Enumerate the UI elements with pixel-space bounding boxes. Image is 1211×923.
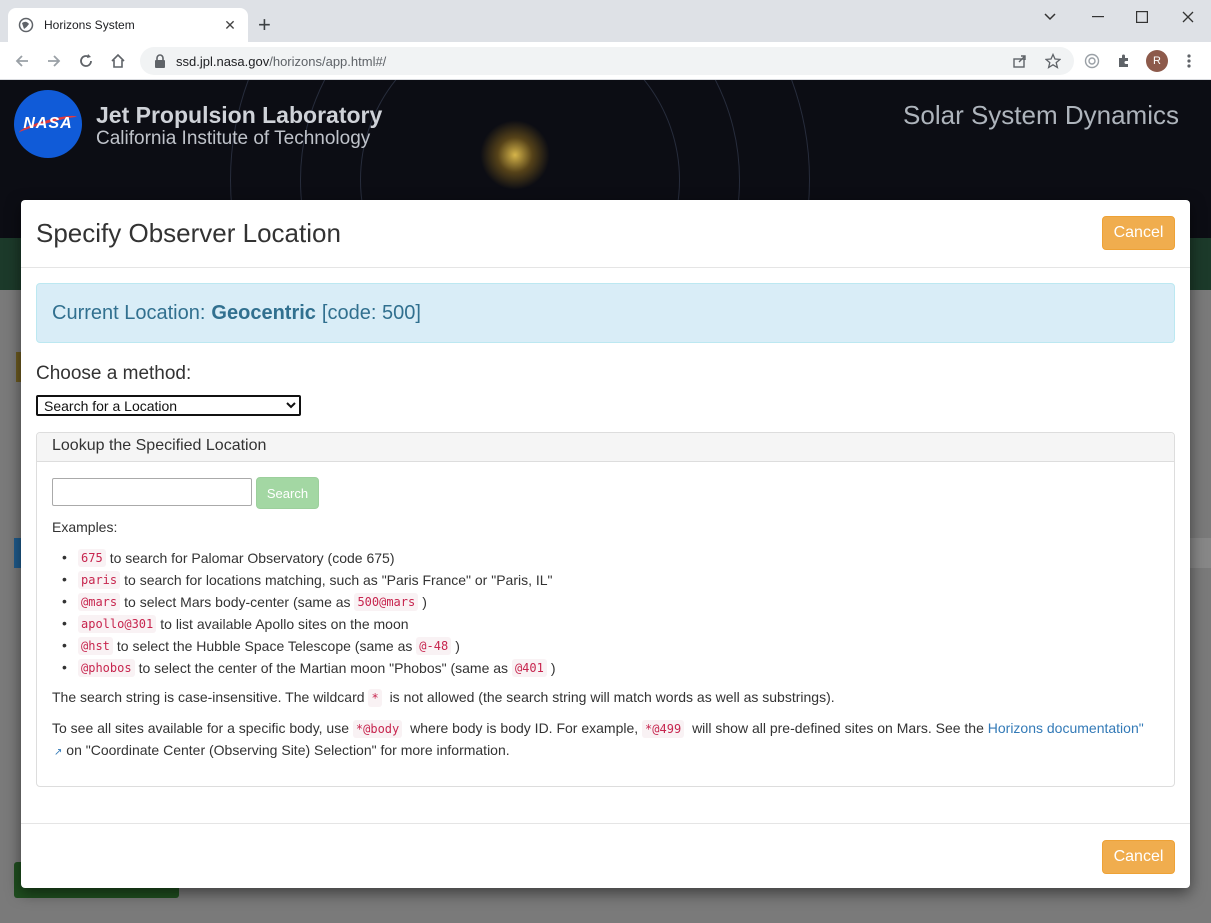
bookmark-star-icon[interactable] <box>1043 51 1063 71</box>
lock-icon[interactable] <box>154 54 166 68</box>
choose-method-label: Choose a method: <box>36 363 192 384</box>
tab-search-icon[interactable] <box>1035 6 1065 28</box>
tab-title: Horizons System <box>44 18 135 32</box>
list-item: @marsto select Mars body-center (same as… <box>52 591 556 613</box>
examples-label: Examples: <box>52 519 118 535</box>
behind-block <box>1190 538 1211 568</box>
modal-header: Specify Observer Location Cancel <box>21 200 1190 268</box>
ssd-title[interactable]: Solar System Dynamics <box>903 100 1179 131</box>
close-window-icon[interactable] <box>1173 6 1203 28</box>
list-item: paristo search for locations matching, s… <box>52 569 556 591</box>
list-item: @hstto select the Hubble Space Telescope… <box>52 635 556 657</box>
share-icon[interactable] <box>1010 51 1030 71</box>
search-button[interactable]: Search <box>256 477 319 509</box>
extensions-puzzle-icon[interactable] <box>1114 51 1134 71</box>
current-location-code: [code: 500] <box>321 301 421 324</box>
current-location-name: Geocentric <box>211 301 316 324</box>
jpl-subtitle[interactable]: California Institute of Technology <box>96 128 370 150</box>
browser-toolbar: ssd.jpl.nasa.gov/horizons/app.html#/ <box>0 42 1211 80</box>
extension-circle-icon[interactable] <box>1082 51 1102 71</box>
lookup-panel: Lookup the Specified Location Search Exa… <box>36 432 1175 787</box>
external-link-icon: ↗ <box>54 747 63 758</box>
reload-icon[interactable] <box>76 51 96 71</box>
browser-tab[interactable]: Horizons System ✕ <box>8 8 248 42</box>
new-tab-button[interactable]: + <box>258 14 271 36</box>
globe-icon <box>18 17 34 33</box>
current-location-label: Current Location: <box>52 301 206 324</box>
list-item: apollo@301to list available Apollo sites… <box>52 613 556 635</box>
minimize-icon[interactable] <box>1083 6 1113 28</box>
cancel-button[interactable]: Cancel <box>1102 216 1175 250</box>
jpl-title[interactable]: Jet Propulsion Laboratory <box>96 102 382 129</box>
list-item: 675to search for Palomar Observatory (co… <box>52 547 556 569</box>
close-tab-icon[interactable]: ✕ <box>222 17 238 34</box>
modal-title: Specify Observer Location <box>36 218 341 248</box>
menu-kebab-icon[interactable] <box>1179 51 1199 71</box>
panel-heading: Lookup the Specified Location <box>37 433 1174 462</box>
nasa-logo-icon[interactable]: NASA <box>14 90 82 158</box>
browser-tabstrip: Horizons System ✕ + <box>0 0 1211 42</box>
observer-location-modal: Specify Observer Location Cancel Current… <box>21 200 1190 888</box>
method-select[interactable]: Search for a Location <box>36 395 301 416</box>
back-icon[interactable] <box>12 51 32 71</box>
home-icon[interactable] <box>108 51 128 71</box>
search-input[interactable] <box>52 478 252 506</box>
url-text: ssd.jpl.nasa.gov/horizons/app.html#/ <box>176 53 387 69</box>
profile-avatar[interactable]: R <box>1146 50 1168 72</box>
sun-graphic <box>480 120 550 190</box>
list-item: @phobosto select the center of the Marti… <box>52 657 556 679</box>
address-bar[interactable]: ssd.jpl.nasa.gov/horizons/app.html#/ <box>140 47 1074 75</box>
current-location-alert: Current Location: Geocentric [code: 500] <box>36 283 1175 343</box>
examples-list: 675to search for Palomar Observatory (co… <box>52 547 556 679</box>
modal-footer: Cancel <box>21 823 1190 888</box>
wildcard-note: The search string is case-insensitive. T… <box>52 689 835 707</box>
body-sites-note: To see all sites available for a specifi… <box>52 718 1152 763</box>
forward-icon[interactable] <box>44 51 64 71</box>
footer-cancel-button[interactable]: Cancel <box>1102 840 1175 874</box>
maximize-icon[interactable] <box>1127 6 1157 28</box>
